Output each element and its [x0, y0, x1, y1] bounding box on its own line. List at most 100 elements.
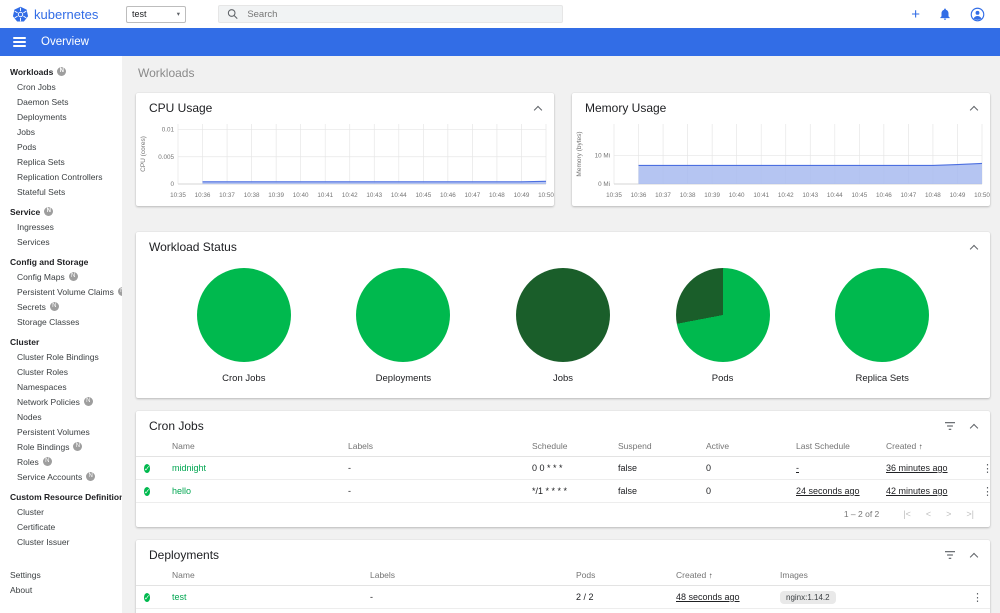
sidebar-item-storage-classes[interactable]: Storage Classes: [0, 314, 122, 329]
row-actions-kebab-icon[interactable]: ⋮: [982, 486, 990, 498]
sidebar-item-label: Secrets: [17, 301, 46, 312]
sidebar-item-persistent-volume-claims[interactable]: Persistent Volume ClaimsN: [0, 284, 122, 299]
sidebar-item-services[interactable]: Services: [0, 234, 122, 249]
sidebar-item-cluster-roles[interactable]: Cluster Roles: [0, 364, 122, 379]
sidebar-item-label: Ingresses: [17, 221, 54, 232]
column-header-labels[interactable]: Labels: [340, 436, 524, 457]
sidebar-item-cluster-role-bindings[interactable]: Cluster Role Bindings: [0, 349, 122, 364]
column-header-suspend[interactable]: Suspend: [610, 436, 698, 457]
create-resource-icon[interactable]: +: [911, 7, 920, 22]
sidebar-item-daemon-sets[interactable]: Daemon Sets: [0, 94, 122, 109]
table-row[interactable]: ✓ test - 2 / 2 48 seconds ago nginx:1.14…: [136, 585, 990, 609]
namespace-selector[interactable]: test ▾: [126, 5, 186, 23]
filter-icon[interactable]: [944, 550, 956, 560]
sidebar-item-ingresses[interactable]: Ingresses: [0, 219, 122, 234]
sidebar-item-network-policies[interactable]: Network Policies N: [0, 394, 122, 409]
collapse-chevron-icon[interactable]: [533, 105, 543, 114]
sidebar-item-certificate[interactable]: Certificate: [0, 519, 122, 534]
sidebar-item-label: Jobs: [17, 126, 35, 137]
sidebar-item-nodes[interactable]: Nodes: [0, 409, 122, 424]
sidebar-item-jobs[interactable]: Jobs: [0, 124, 122, 139]
column-header-images[interactable]: Images: [772, 565, 964, 586]
svg-text:0 Mi: 0 Mi: [598, 181, 610, 188]
column-header-pods[interactable]: Pods: [568, 565, 668, 586]
resource-link[interactable]: hello: [172, 486, 191, 496]
user-account-icon[interactable]: [970, 7, 985, 22]
collapse-chevron-icon[interactable]: [969, 244, 979, 253]
collapse-chevron-icon[interactable]: [969, 552, 979, 561]
filter-icon[interactable]: [944, 421, 956, 431]
section-title: Workloads: [138, 66, 195, 80]
sidebar-item-cluster-issuer[interactable]: Cluster Issuer: [0, 534, 122, 549]
cell-created: 48 seconds ago: [676, 592, 740, 602]
pie-chart[interactable]: [196, 268, 291, 362]
page-header-title: Overview: [41, 36, 89, 48]
sidebar-item-service[interactable]: Service N: [0, 204, 122, 219]
pie-chart[interactable]: [675, 268, 770, 362]
pie-chart[interactable]: [835, 268, 930, 362]
sidebar-item-deployments[interactable]: Deployments: [0, 109, 122, 124]
next-page-icon[interactable]: >: [946, 509, 951, 519]
sidebar-item-workloads[interactable]: Workloads N: [0, 64, 122, 79]
column-header-name[interactable]: Name: [164, 436, 340, 457]
search-input[interactable]: [245, 7, 554, 21]
sidebar-item-label: Config Maps: [17, 271, 65, 282]
prev-page-icon[interactable]: <: [926, 509, 931, 519]
sidebar-item-config-and-storage: Config and Storage: [0, 254, 122, 269]
svg-text:10:47: 10:47: [465, 192, 481, 199]
collapse-chevron-icon[interactable]: [969, 423, 979, 432]
last-page-icon[interactable]: >|: [966, 509, 974, 519]
svg-text:10:46: 10:46: [440, 192, 456, 199]
resource-link[interactable]: midnight: [172, 463, 206, 473]
sidebar-item-role-bindings[interactable]: Role Bindings N: [0, 439, 122, 454]
sidebar-item-replica-sets[interactable]: Replica Sets: [0, 154, 122, 169]
sidebar-item-label: About: [10, 584, 33, 595]
svg-text:0: 0: [170, 181, 174, 188]
column-header-created[interactable]: Created ↑: [668, 565, 772, 586]
column-header-last-schedule[interactable]: Last Schedule: [788, 436, 878, 457]
row-actions-kebab-icon[interactable]: ⋮: [972, 592, 983, 604]
sidebar-item-label: Service Accounts: [17, 471, 83, 482]
sidebar-item-about[interactable]: About: [0, 582, 122, 597]
sidebar-item-roles[interactable]: Roles N: [0, 454, 122, 469]
sidebar-item-pods[interactable]: Pods: [0, 139, 122, 154]
sidebar-item-service-accounts[interactable]: Service Accounts N: [0, 469, 122, 484]
svg-text:10:48: 10:48: [489, 192, 505, 199]
column-header-labels[interactable]: Labels: [362, 565, 568, 586]
namespaced-badge-icon: N: [49, 302, 59, 311]
sidebar-item-settings[interactable]: Settings: [0, 567, 122, 582]
sidebar-item-cron-jobs[interactable]: Cron Jobs: [0, 79, 122, 94]
svg-text:10:39: 10:39: [268, 192, 284, 199]
kubernetes-brand[interactable]: kubernetes: [12, 6, 120, 23]
sidebar-item-cluster[interactable]: Cluster: [0, 504, 122, 519]
sidebar-item-namespaces[interactable]: Namespaces: [0, 379, 122, 394]
table-row[interactable]: ✓ midnight - 0 0 * * * false 0 - 36 minu…: [136, 456, 990, 480]
column-header-active[interactable]: Active: [698, 436, 788, 457]
cell-schedule: */1 * * * *: [532, 486, 568, 496]
menu-hamburger-icon[interactable]: [13, 37, 26, 47]
collapse-chevron-icon[interactable]: [969, 105, 979, 114]
column-header-name[interactable]: Name: [164, 565, 362, 586]
sidebar-item-secrets[interactable]: Secrets N: [0, 299, 122, 314]
column-header-created[interactable]: Created ↑: [878, 436, 974, 457]
resource-link[interactable]: test: [172, 592, 187, 602]
sidebar-item-config-maps[interactable]: Config Maps N: [0, 269, 122, 284]
pie-chart[interactable]: [515, 268, 610, 362]
svg-text:10:41: 10:41: [317, 192, 333, 199]
svg-text:10:36: 10:36: [631, 192, 647, 199]
notifications-bell-icon[interactable]: [938, 7, 952, 21]
first-page-icon[interactable]: |<: [903, 509, 911, 519]
row-actions-kebab-icon[interactable]: ⋮: [982, 463, 990, 475]
sidebar-item-persistent-volumes[interactable]: Persistent Volumes: [0, 424, 122, 439]
pagination: 1 – 2 of 2 |< < > >|: [136, 503, 990, 527]
pie-chart[interactable]: [356, 268, 451, 362]
sidebar-item-replication-controllers[interactable]: Replication Controllers: [0, 169, 122, 184]
cell-suspend: false: [618, 486, 638, 496]
svg-text:10:41: 10:41: [753, 192, 769, 199]
search-bar[interactable]: [218, 5, 563, 23]
table-row[interactable]: ✓ nginx-deployment app: nginx 3 / 3 42 m…: [136, 608, 990, 613]
sidebar-item-stateful-sets[interactable]: Stateful Sets: [0, 184, 122, 199]
cell-schedule: 0 0 * * *: [532, 463, 563, 473]
column-header-schedule[interactable]: Schedule: [524, 436, 610, 457]
table-row[interactable]: ✓ hello - */1 * * * * false 0 24 seconds…: [136, 479, 990, 503]
